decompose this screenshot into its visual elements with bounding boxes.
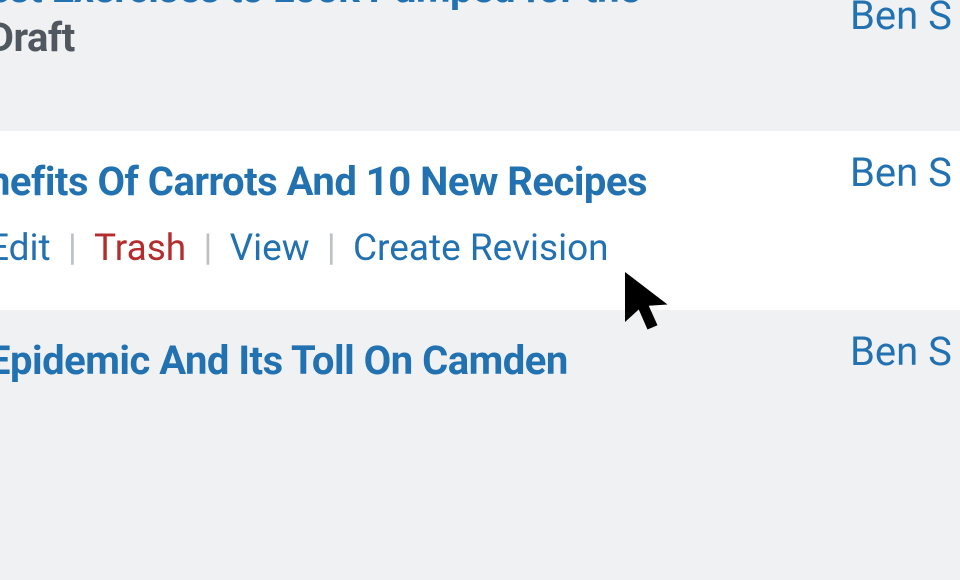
post-row: nefits Of Carrots And 10 New Recipes Edi… (0, 131, 960, 310)
post-author-link[interactable]: Ben S (850, 0, 952, 39)
row-actions: Edit | Trash | View | Create Revision (0, 227, 960, 270)
separator: | (59, 227, 86, 270)
post-title-cell: Epidemic And Its Toll On Camden (0, 336, 828, 386)
post-title-link[interactable]: est Exercises to Look Pumped for the (0, 0, 640, 12)
trash-link[interactable]: Trash (94, 227, 186, 270)
post-author-cell: Ben S (850, 328, 952, 375)
post-title-cell: est Exercises to Look Pumped for the Dra… (0, 0, 828, 61)
post-row: Epidemic And Its Toll On Camden Ben S (0, 310, 960, 456)
separator: | (318, 227, 345, 270)
post-author-cell: Ben S (850, 149, 952, 196)
edit-link[interactable]: Edit (0, 227, 51, 270)
separator: | (194, 227, 221, 270)
post-author-cell: Ben S (850, 0, 952, 39)
create-revision-link[interactable]: Create Revision (353, 227, 609, 270)
post-author-link[interactable]: Ben S (850, 149, 952, 196)
post-title-cell: nefits Of Carrots And 10 New Recipes (0, 157, 828, 207)
post-title-link[interactable]: Epidemic And Its Toll On Camden (0, 337, 568, 384)
post-status-draft: Draft (0, 14, 75, 61)
post-title-link[interactable]: nefits Of Carrots And 10 New Recipes (0, 158, 647, 205)
post-row: est Exercises to Look Pumped for the Dra… (0, 0, 960, 131)
post-author-link[interactable]: Ben S (850, 328, 952, 375)
view-link[interactable]: View (230, 227, 310, 270)
